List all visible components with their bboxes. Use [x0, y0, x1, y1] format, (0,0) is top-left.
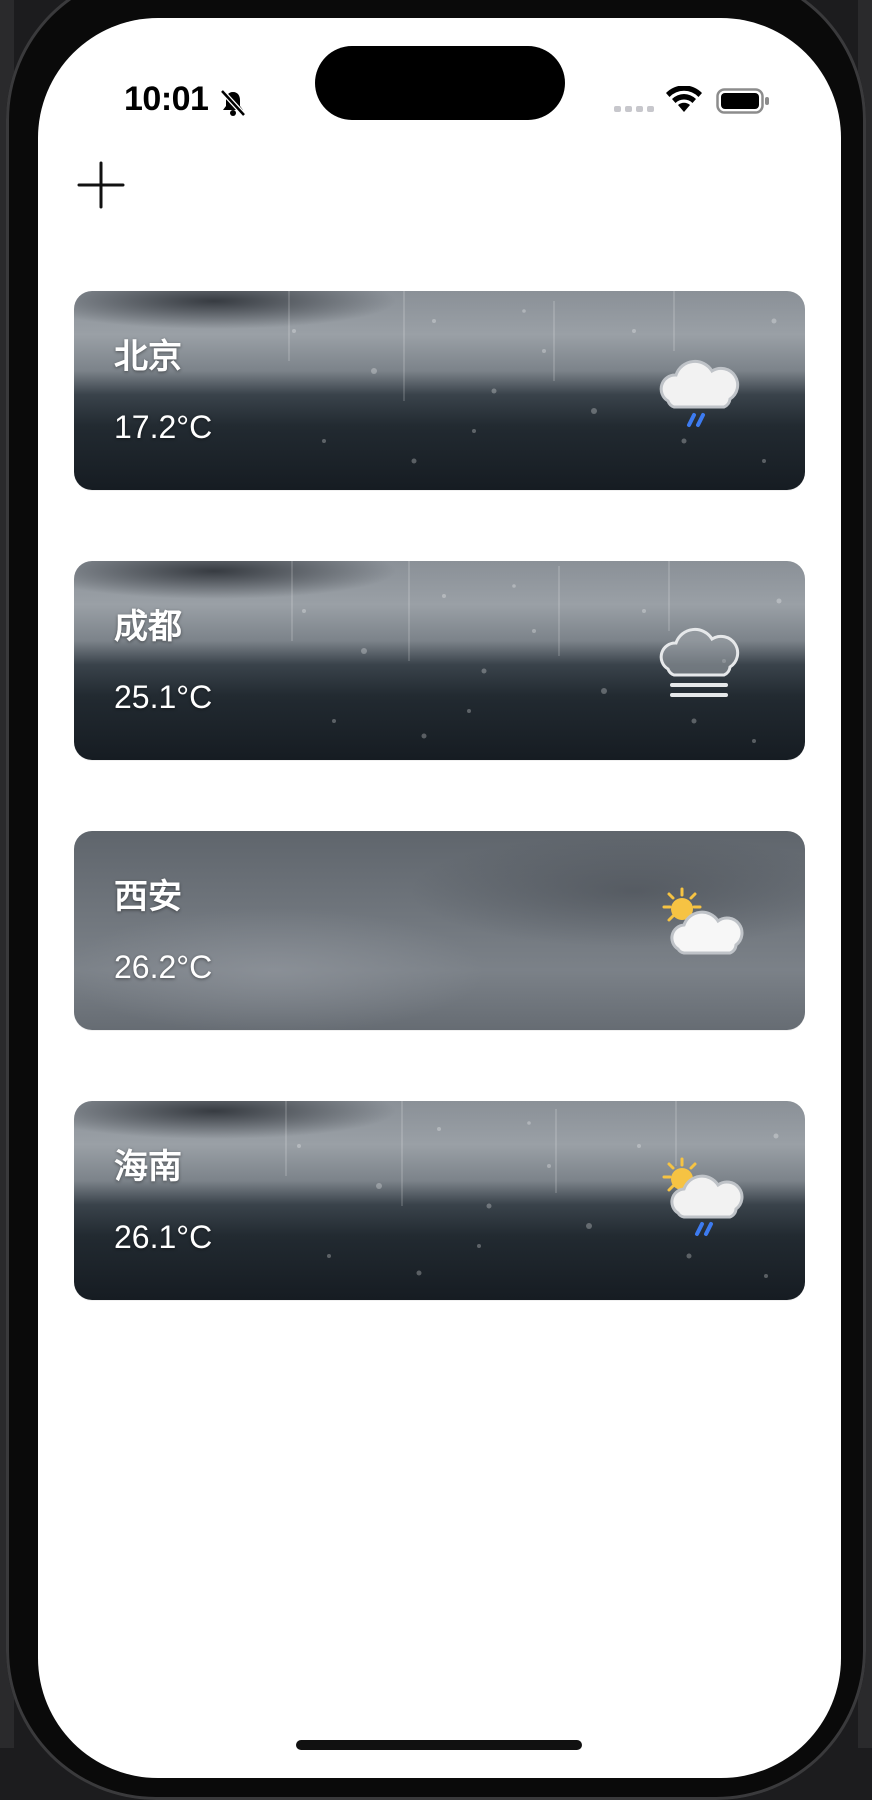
sun-behind-cloud-icon — [662, 887, 744, 955]
cloud-fog-icon — [659, 627, 740, 697]
city-temperature: 26.1°C — [114, 1219, 213, 1255]
city-card-chengdu[interactable]: 成都 25.1°C — [74, 561, 805, 760]
sun-cloud-rain-icon — [662, 1157, 744, 1236]
cloud-rain-icon — [659, 359, 740, 427]
app-screen: 10:01 北京 17.2°C 成都 25.1°C 西安 26.2°C 海南 2… — [38, 18, 841, 1778]
add-city-button[interactable] — [70, 154, 132, 216]
city-temperature: 17.2°C — [114, 409, 213, 445]
city-temperature: 26.2°C — [114, 949, 213, 985]
city-name: 海南 — [114, 1147, 182, 1187]
city-card-xian[interactable]: 西安 26.2°C — [74, 831, 805, 1030]
wifi-icon — [666, 86, 702, 112]
plus-icon — [77, 161, 125, 209]
city-card-beijing[interactable]: 北京 17.2°C — [74, 291, 805, 490]
status-time: 10:01 — [124, 80, 209, 118]
dynamic-island — [315, 46, 565, 120]
city-name: 成都 — [114, 607, 182, 647]
bell-slash-icon — [220, 89, 246, 117]
city-name: 北京 — [114, 337, 182, 377]
city-card-hainan[interactable]: 海南 26.1°C — [74, 1101, 805, 1300]
battery-full-icon — [716, 88, 769, 114]
city-name: 西安 — [114, 877, 182, 917]
cellular-signal-icon — [614, 106, 654, 112]
status-bar: 10:01 — [38, 18, 841, 138]
city-temperature: 25.1°C — [114, 679, 213, 715]
home-indicator[interactable] — [296, 1740, 582, 1750]
